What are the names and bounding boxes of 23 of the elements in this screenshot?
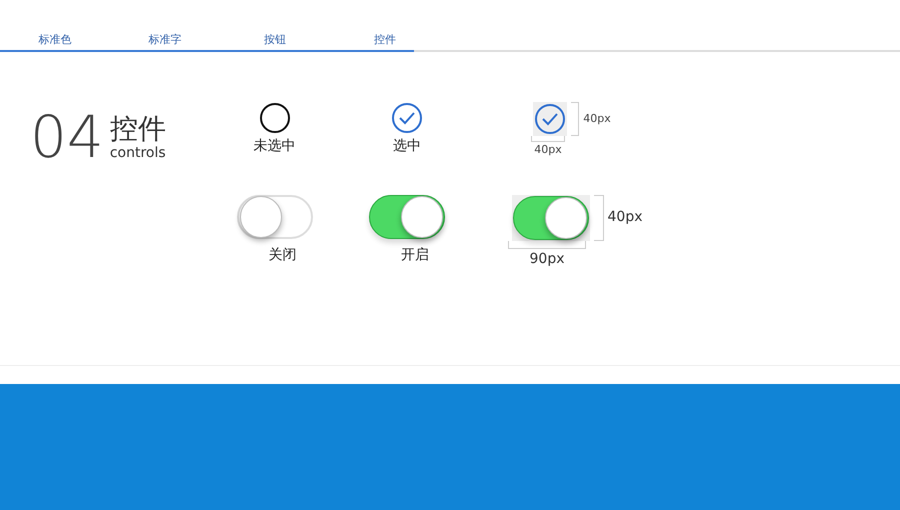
dimension-line	[594, 194, 604, 240]
toggle-switch[interactable]	[369, 194, 445, 238]
tab[interactable]: 控件	[330, 32, 440, 48]
dimension-label: 40px	[534, 142, 562, 158]
tab[interactable]: 按钮	[220, 32, 330, 48]
toggle-switch[interactable]	[512, 196, 588, 240]
checked-circle-icon[interactable]	[534, 103, 566, 135]
section-number: 04	[30, 108, 104, 166]
dimension-label: 40px	[583, 110, 611, 127]
switch-label: 关闭	[268, 246, 296, 264]
dimension-line	[531, 136, 565, 142]
checked-circle-icon[interactable]	[391, 102, 423, 134]
tab[interactable]: 标准字	[110, 32, 220, 48]
tab[interactable]: 标准色	[0, 32, 110, 48]
option-label: 未选中	[254, 137, 296, 156]
dimension-label: 90px	[530, 250, 564, 268]
dimension-line	[571, 102, 580, 136]
dimension-label: 40px	[608, 208, 642, 227]
section-subtitle: controls	[110, 145, 166, 161]
radio-circle-icon[interactable]	[258, 102, 290, 134]
section-title: 控件	[110, 113, 166, 145]
switch-label: 开启	[401, 246, 429, 264]
option-label: 选中	[393, 137, 421, 156]
